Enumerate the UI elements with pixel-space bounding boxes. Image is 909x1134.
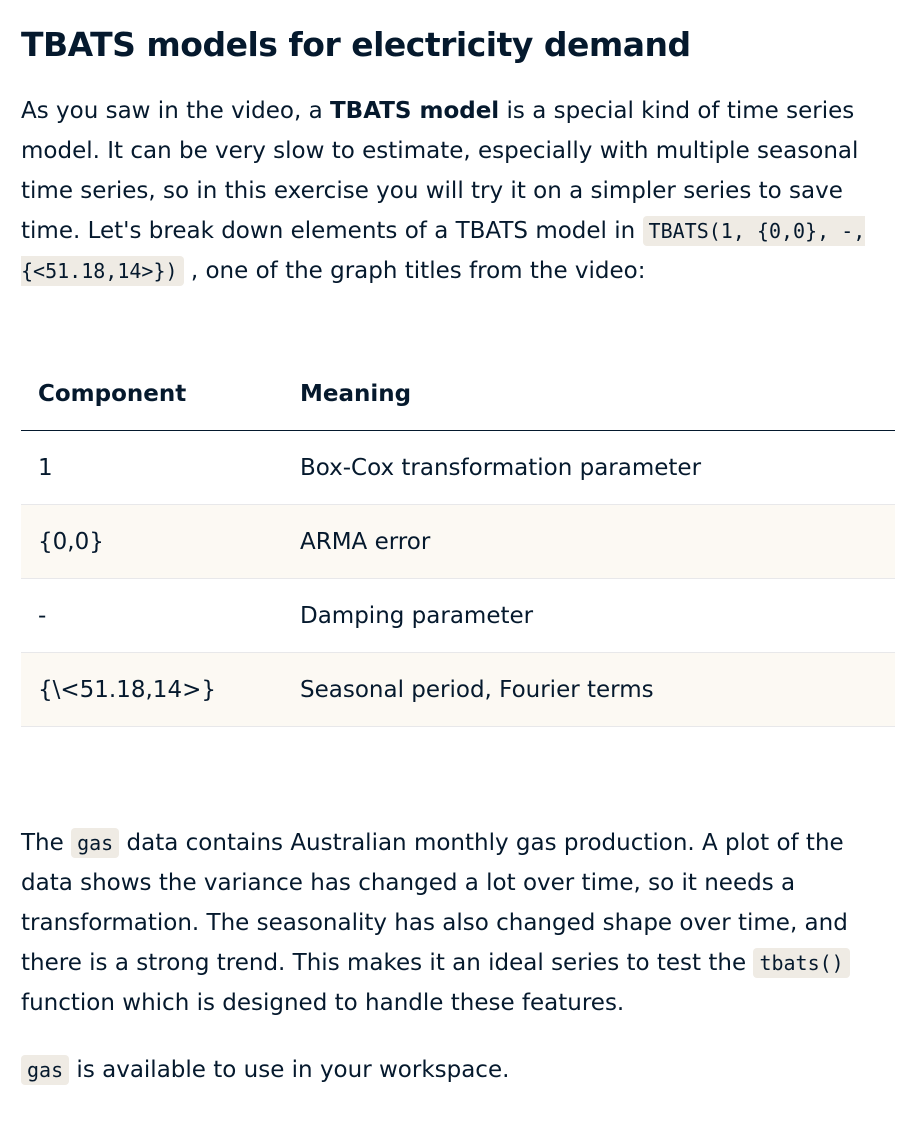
cell-meaning: ARMA error xyxy=(283,504,895,579)
cell-component: 1 xyxy=(21,430,283,505)
table-row: 1 Box-Cox transformation parameter xyxy=(21,430,895,505)
tbats-function-code: tbats() xyxy=(753,948,850,978)
gas-text-1: The xyxy=(21,830,72,856)
gas-description-paragraph: The gas data contains Australian monthly… xyxy=(21,823,895,1023)
components-table: Component Meaning 1 Box-Cox transformati… xyxy=(21,358,895,727)
intro-paragraph: As you saw in the video, a TBATS model i… xyxy=(21,91,895,291)
intro-text-3: , one of the graph titles from the video… xyxy=(183,258,646,284)
workspace-note-text: is available to use in your workspace. xyxy=(69,1057,510,1083)
cell-meaning: Box-Cox transformation parameter xyxy=(283,430,895,505)
table-header-row: Component Meaning xyxy=(21,358,895,431)
intro-text-1: As you saw in the video, a xyxy=(21,98,330,124)
gas-code-inline: gas xyxy=(71,828,120,858)
gas-code-inline: gas xyxy=(21,1055,70,1085)
cell-meaning: Damping parameter xyxy=(283,578,895,653)
table-row: {0,0} ARMA error xyxy=(21,504,895,579)
header-meaning: Meaning xyxy=(283,358,895,431)
header-component: Component xyxy=(21,358,283,431)
cell-component: - xyxy=(21,578,283,653)
table-row: - Damping parameter xyxy=(21,578,895,653)
table-row: {\<51.18,14>} Seasonal period, Fourier t… xyxy=(21,652,895,727)
cell-meaning: Seasonal period, Fourier terms xyxy=(283,652,895,727)
page-title: TBATS models for electricity demand xyxy=(21,25,691,64)
cell-component: {\<51.18,14>} xyxy=(21,652,283,727)
gas-text-3: function which is designed to handle the… xyxy=(21,990,625,1016)
cell-component: {0,0} xyxy=(21,504,283,579)
workspace-note: gas is available to use in your workspac… xyxy=(21,1050,895,1090)
intro-bold-term: TBATS model xyxy=(329,98,500,124)
gas-text-2: data contains Australian monthly gas pro… xyxy=(21,830,848,976)
exercise-page: TBATS models for electricity demand As y… xyxy=(0,0,909,1134)
